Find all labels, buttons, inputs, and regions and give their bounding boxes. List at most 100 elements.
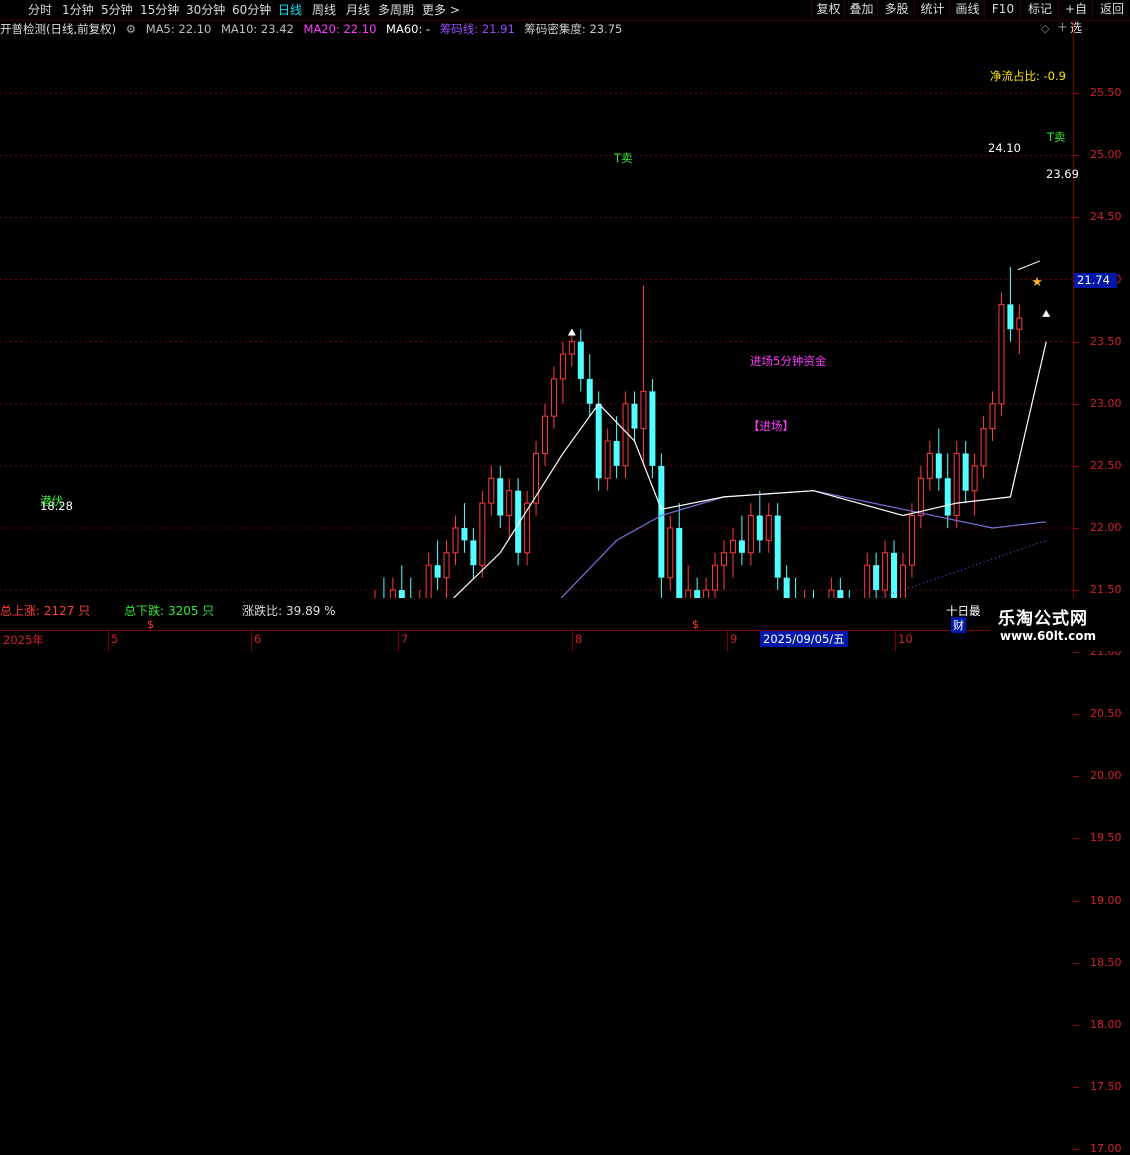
price-tick-mark [1073,1086,1079,1088]
dollar-marker-1[interactable]: $ [147,618,154,631]
price-tick: 17.00 [1090,1141,1122,1155]
plus-icon[interactable]: + [1057,20,1068,35]
price-tick-mark [1073,527,1079,529]
logo-title: 乐淘公式网 [998,609,1088,629]
toolbar-button-3[interactable]: 统计 [914,0,950,19]
chip-density-value: 筹码密集度: 23.75 [524,22,623,36]
candle-body [479,502,486,566]
candle-body [765,515,772,541]
candle-body [935,453,942,479]
candle-body [398,590,405,598]
price-tick-mark [1073,590,1079,592]
candle-body [1016,317,1023,330]
month-divider [108,631,109,651]
price-tick: 18.50 [1090,955,1122,969]
candle-body [694,590,701,598]
price-tick: 23.00 [1090,396,1122,410]
diamond-icon[interactable]: ◇ [1041,22,1049,35]
dollar-marker-2[interactable]: $ [692,618,699,631]
toolbar-button-0[interactable]: 复权 [811,0,845,19]
candle-body [631,403,638,429]
candle-body [864,564,871,598]
candle-body [712,564,719,591]
toolbar-button-5[interactable]: F10 [984,0,1021,19]
down-label: 总下跌: [124,604,165,618]
candle-body [926,452,933,479]
tab-8[interactable]: 月线 [346,2,370,18]
candle-body [658,465,665,578]
candle-body [640,390,647,430]
toolbar-button-8[interactable]: 返回 [1092,0,1130,19]
candle-body [604,440,611,479]
high-price-label: 24.10 [988,141,1021,155]
candle-body [452,527,459,554]
finance-badge[interactable]: 财 [951,617,966,633]
candle-body [568,341,575,355]
candle-body [595,403,602,479]
candle-body [882,552,889,591]
candle-body [828,589,835,598]
price-tick: 19.00 [1090,893,1122,907]
price-tick-mark [1073,341,1079,343]
candle-body [559,353,566,380]
candle-body [676,527,683,598]
price-tick: 20.00 [1090,769,1122,783]
price-tick-mark [1073,217,1079,219]
price-tick: 24.50 [1090,210,1122,224]
candle-body [729,539,736,554]
price-tick: 21.50 [1090,583,1122,597]
candle-body [703,589,710,598]
candle-body [837,590,844,598]
tab-6[interactable]: 日线 [278,2,302,18]
candle-body [425,564,432,598]
candle-body [998,303,1005,405]
toolbar-button-7[interactable]: +自选 [1058,0,1093,35]
candle-body [783,577,790,598]
tab-2[interactable]: 5分钟 [101,2,133,18]
settings-icon[interactable]: ⚙ [126,22,136,36]
price-tick-mark [1073,652,1079,654]
price-tick-mark [1073,776,1079,778]
candle-body [461,527,468,541]
last-price-badge: 21.74 [1074,273,1117,288]
price-tick: 20.50 [1090,707,1122,721]
price-tick: 25.00 [1090,148,1122,162]
tab-4[interactable]: 30分钟 [186,2,225,18]
tab-5[interactable]: 60分钟 [232,2,271,18]
high-pointer [1017,260,1041,271]
star-marker: ★ [1031,275,1043,290]
ratio-label: 涨跌比: [242,604,283,618]
year-label: 2025年 [3,633,44,647]
kline-chart[interactable]: ★★ [0,38,1073,598]
price-tick-mark [1073,1148,1079,1150]
candle-body [550,378,557,417]
enter-label: 【进场】 [748,419,794,433]
tab-10[interactable]: 更多 > [422,2,460,18]
candle-body [721,552,727,566]
t-sell-label-2: T卖 [1047,130,1066,144]
date-axis: 2025年 2025/09/05/五 财 5 6 7 8 9 10 [0,617,1130,651]
stock-title: 开普检测(日线,前复权) [0,22,117,36]
price-tick-mark [1073,900,1079,902]
toolbar-button-6[interactable]: 标记 [1020,0,1059,19]
candle-body [667,527,674,579]
price-tick-mark [1073,962,1079,964]
month-label: 6 [254,632,262,646]
price-axis-separator [1073,20,1074,598]
ma10-value: MA10: 23.42 [220,22,294,36]
tab-1[interactable]: 1分钟 [62,2,94,18]
tab-0[interactable]: 分时 [28,2,52,18]
price-tick-mark [1073,403,1079,405]
candle-body [685,589,692,598]
candle-body [613,441,620,466]
tab-3[interactable]: 15分钟 [140,2,179,18]
toolbar-button-1[interactable]: 叠加 [844,0,878,19]
candle-body [506,490,513,517]
price-tick-mark [1073,465,1079,467]
toolbar-button-2[interactable]: 多股 [877,0,915,19]
t-sell-arrow [567,328,576,336]
candle-body [917,477,924,517]
tab-7[interactable]: 周线 [312,2,336,18]
tab-9[interactable]: 多周期 [378,2,414,18]
toolbar-button-4[interactable]: 画线 [949,0,985,19]
